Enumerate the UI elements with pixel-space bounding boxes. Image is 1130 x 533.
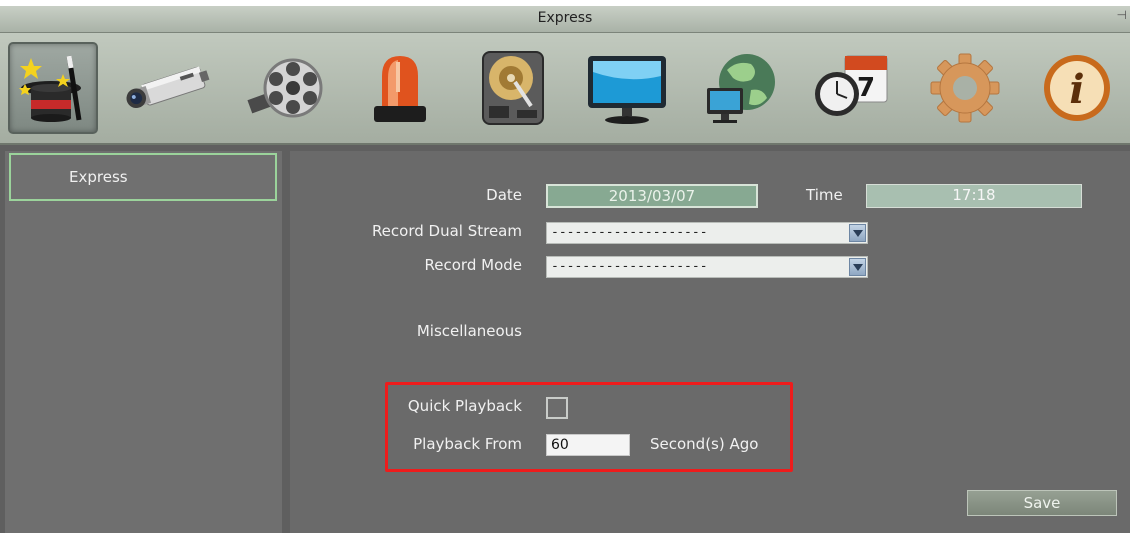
toolbar-schedule-button[interactable]: 7 [806,42,896,134]
playback-from-label: Playback From [413,435,522,453]
toolbar-playback-button[interactable] [240,42,330,134]
network-globe-icon [707,54,775,123]
alarm-light-icon [374,56,426,122]
quick-playback-checkbox[interactable] [546,397,568,419]
sidebar-item-label: Express [69,168,128,186]
film-reel-icon [247,58,323,118]
record-mode-select[interactable]: -------------------- [546,256,868,278]
toolbar-alarm-button[interactable] [355,42,445,134]
toolbar-disk-button[interactable] [468,42,558,134]
playback-unit-label: Second(s) Ago [650,435,759,453]
toolbar-camera-button[interactable] [126,42,216,134]
dvr-window: Express ⊣ 7 i Express Date 2013/03/07 Ti… [0,6,1130,533]
monitor-icon [588,56,666,124]
svg-text:7: 7 [857,73,875,103]
express-wizard-icon [19,55,82,122]
main-toolbar: 7 i [0,33,1130,145]
record-dual-stream-value: -------------------- [551,225,708,240]
chevron-down-icon[interactable] [849,258,866,276]
camera-icon [126,66,210,109]
toolbar-express-button[interactable] [8,42,98,134]
toolbar-display-button[interactable] [582,42,672,134]
chevron-down-icon[interactable] [849,224,866,242]
time-field[interactable]: 17:18 [866,184,1082,208]
record-mode-label: Record Mode [424,256,522,274]
hard-disk-icon [482,51,544,125]
toolbar-network-button[interactable] [696,42,786,134]
gear-icon [930,53,1000,123]
time-label: Time [806,186,843,204]
highlight-box [385,382,793,472]
schedule-calendar-icon: 7 [815,55,888,116]
title-bar: Express ⊣ [0,6,1130,33]
record-dual-stream-select[interactable]: -------------------- [546,222,868,244]
miscellaneous-label: Miscellaneous [416,322,522,340]
info-icon: i [1044,55,1110,121]
date-field[interactable]: 2013/03/07 [546,184,758,208]
record-mode-value: -------------------- [551,259,708,274]
date-label: Date [486,186,522,204]
pin-icon[interactable]: ⊣ [1117,8,1127,22]
express-settings-panel: Date 2013/03/07 Time 17:18 Record Dual S… [290,151,1130,533]
quick-playback-label: Quick Playback [407,397,522,415]
sidebar: Express [5,151,282,533]
toolbar-info-button[interactable]: i [1032,42,1122,134]
sidebar-item-express[interactable]: Express [9,153,277,201]
window-title: Express [537,10,593,26]
svg-text:i: i [1069,66,1084,113]
save-button[interactable]: Save [967,490,1117,516]
record-dual-stream-label: Record Dual Stream [371,222,522,240]
playback-from-input[interactable]: 60 [546,434,630,456]
toolbar-settings-button[interactable] [920,42,1010,134]
